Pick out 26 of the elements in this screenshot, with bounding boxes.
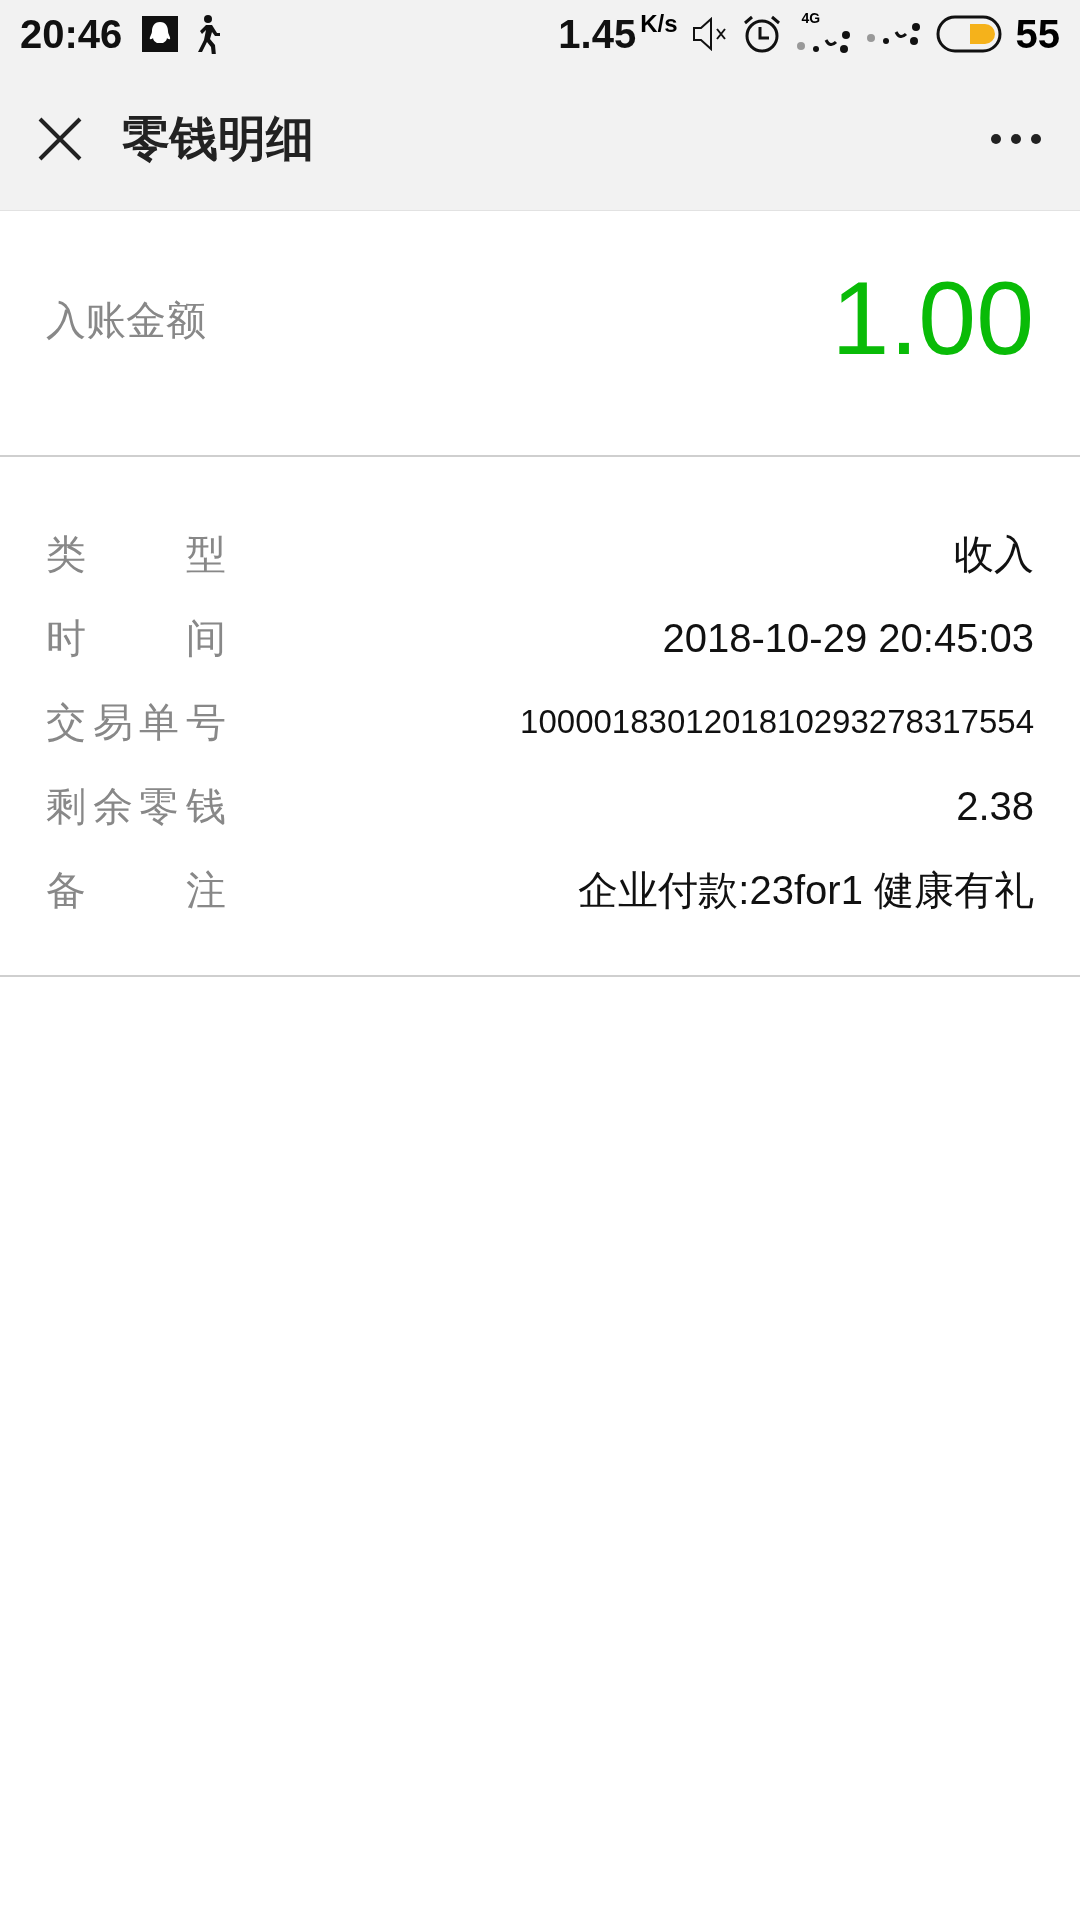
detail-label: 类型 [46,529,226,579]
close-button[interactable] [38,117,82,161]
page-title: 零钱明细 [122,109,314,168]
detail-value: 2018-10-29 20:45:03 [662,615,1034,661]
detail-label: 交易单号 [46,697,226,747]
amount-value: 1.00 [831,259,1034,378]
amount-label: 入账金额 [46,296,206,345]
detail-label: 时间 [46,613,226,663]
muted-speaker-icon [691,17,728,51]
chat-app-icon [142,16,179,52]
signal-icon [795,30,852,54]
detail-value: 2.38 [956,783,1034,829]
detail-value: 收入 [954,530,1034,578]
detail-label: 剩余零钱 [46,781,226,831]
more-button[interactable] [990,133,1042,145]
detail-label: 备注 [46,865,226,915]
speed-unit: K/s [640,10,678,38]
status-time: 20:46 [20,11,123,57]
battery-percent: 55 [1015,11,1060,57]
network-speed: 1.45 [558,11,637,57]
signal-icon [865,22,922,46]
battery-icon [935,15,1002,53]
detail-value: 1000018301201810293278317554 [520,703,1034,741]
detail-value: 企业付款:23for1 健康有礼 [578,866,1034,914]
alarm-clock-icon [741,14,782,54]
network-type: 4G [801,10,821,26]
